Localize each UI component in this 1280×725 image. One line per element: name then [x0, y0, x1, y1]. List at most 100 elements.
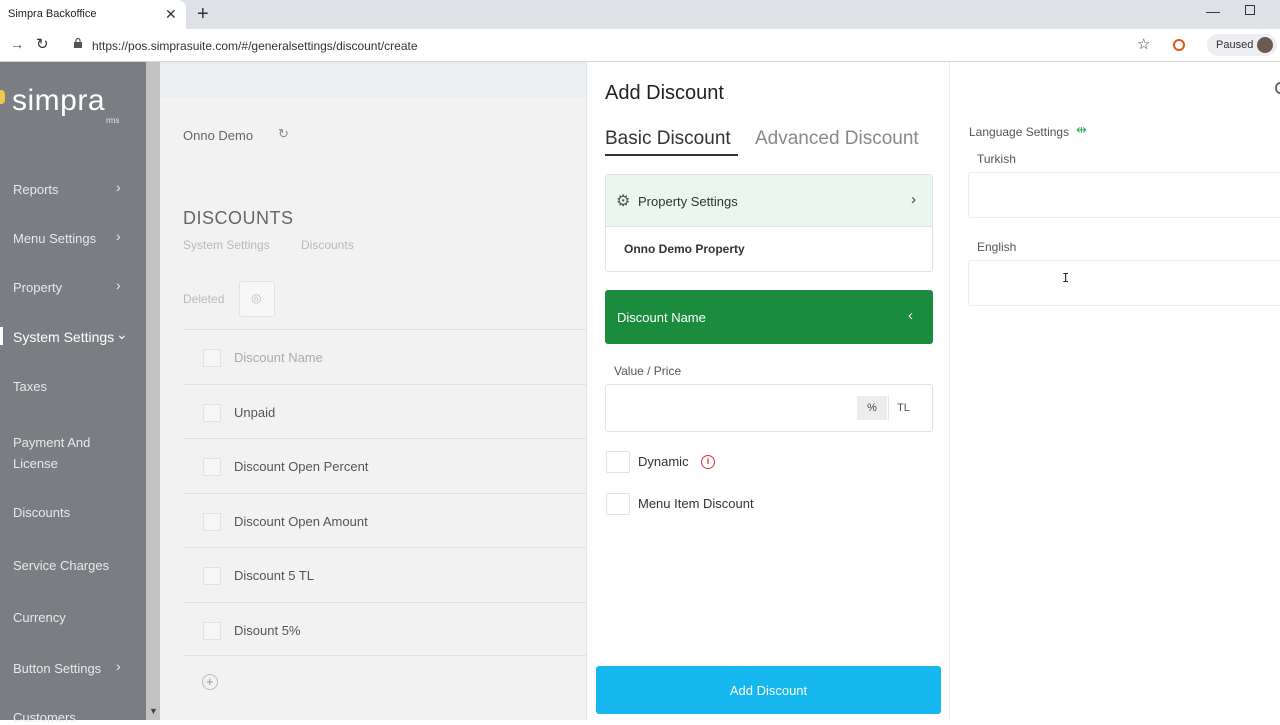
logo-mark [0, 90, 5, 104]
sidebar-item-payment-license[interactable]: Payment And License [13, 432, 113, 474]
table-row[interactable]: Disount 5% [183, 601, 586, 656]
close-drawer-icon[interactable] [1275, 82, 1280, 94]
active-indicator [0, 327, 3, 345]
table-row[interactable]: Discount Open Amount [183, 492, 586, 548]
property-settings-value: Onno Demo Property [624, 242, 745, 256]
add-discount-button[interactable]: Add Discount [596, 666, 941, 714]
page-header-bar [160, 62, 586, 98]
sidebar-item-property[interactable]: Property [13, 280, 62, 295]
row-discount-name: Disount 5% [234, 622, 301, 638]
english-name-input[interactable] [968, 260, 1280, 306]
menu-item-discount-checkbox[interactable] [606, 493, 630, 515]
sidebar: simpra rms Reports › Menu Settings › Pro… [0, 62, 146, 725]
drawer-title: Add Discount [605, 82, 724, 104]
value-price-input[interactable]: % TL [605, 384, 933, 432]
property-settings-card: ⚙ Property Settings › Onno Demo Property [605, 174, 933, 272]
logo-text: simpra [12, 84, 106, 117]
sidebar-item-taxes[interactable]: Taxes [13, 379, 47, 394]
extension-icon[interactable] [1173, 39, 1185, 51]
sidebar-item-menu-settings[interactable]: Menu Settings [13, 231, 96, 246]
logo-sub: rms [106, 116, 120, 125]
dynamic-checkbox[interactable] [606, 451, 630, 473]
gear-icon: ⚙ [616, 193, 631, 210]
percent-toggle[interactable]: % [857, 396, 887, 420]
plus-icon: + [206, 674, 214, 689]
profile-button[interactable]: Paused [1207, 34, 1277, 56]
row-discount-name: Discount 5 TL [234, 568, 314, 583]
minimize-icon[interactable]: — [1206, 3, 1220, 19]
row-checkbox[interactable] [203, 403, 221, 422]
discounts-table: Discount Name Unpaid Discount Open Perce… [183, 329, 586, 656]
lock-icon [74, 38, 82, 48]
turkish-name-input[interactable] [968, 172, 1280, 218]
restore-window-icon[interactable] [1245, 5, 1255, 15]
eye-slash-icon: ◎ [251, 291, 262, 305]
sidebar-item-customers[interactable]: Customers [13, 710, 76, 725]
breadcrumb-system-settings[interactable]: System Settings [183, 238, 270, 252]
discount-name-label: Discount Name [617, 310, 706, 325]
row-checkbox[interactable] [203, 512, 221, 531]
table-row[interactable]: Discount Open Percent [183, 438, 586, 493]
english-label: English [977, 240, 1017, 254]
add-discount-button-label: Add Discount [729, 683, 808, 698]
column-header-discount-name[interactable]: Discount Name [234, 350, 323, 365]
tab-basic-discount[interactable]: Basic Discount [605, 128, 731, 150]
add-discount-drawer: Add Discount Basic Discount Advanced Dis… [586, 62, 1280, 720]
property-settings-header[interactable]: ⚙ Property Settings › [606, 175, 932, 227]
language-settings-title: Language Settings [969, 125, 1070, 139]
currency-toggle[interactable]: TL [888, 396, 918, 420]
tab-advanced-discount[interactable]: Advanced Discount [755, 128, 919, 150]
show-deleted-button[interactable]: ◎ [239, 281, 275, 317]
sidebar-scrollbar[interactable]: ▼ [146, 62, 160, 720]
chevron-right-icon: › [911, 191, 916, 208]
scroll-down-icon[interactable]: ▼ [149, 706, 158, 716]
new-tab-icon[interactable]: + [197, 3, 209, 26]
sidebar-item-discounts[interactable]: Discounts [13, 505, 70, 520]
breadcrumb-discounts[interactable]: Discounts [301, 238, 354, 252]
avatar [1257, 37, 1273, 53]
address-bar: → ↻ https://pos.simprasuite.com/#/genera… [0, 29, 1280, 62]
refresh-icon[interactable]: ↻ [278, 126, 289, 142]
close-tab-icon[interactable]: ✕ [165, 6, 177, 23]
sidebar-item-currency[interactable]: Currency [13, 610, 66, 625]
reload-icon[interactable]: ↻ [36, 35, 49, 53]
chevron-right-icon: › [116, 658, 121, 674]
chevron-right-icon: › [116, 179, 121, 195]
row-checkbox[interactable] [203, 458, 221, 476]
sidebar-item-service-charges[interactable]: Service Charges [13, 558, 109, 573]
page-title: DISCOUNTS [183, 208, 294, 228]
sidebar-item-reports[interactable]: Reports [13, 182, 59, 197]
bookmark-star-icon[interactable]: ☆ [1137, 35, 1150, 53]
table-row[interactable]: Unpaid [183, 383, 586, 439]
sidebar-item-system-settings[interactable]: System Settings [13, 329, 114, 345]
column-divider [949, 62, 950, 720]
chevron-down-icon: ⌄ [116, 326, 128, 342]
text-cursor-icon: I [1062, 271, 1070, 285]
chevron-right-icon: › [116, 277, 121, 293]
logo: simpra rms [0, 84, 146, 125]
sidebar-item-button-settings[interactable]: Button Settings [13, 661, 101, 676]
browser-tab-title: Simpra Backoffice [8, 8, 97, 20]
row-checkbox[interactable] [203, 567, 221, 585]
row-discount-name: Discount Open Amount [234, 513, 368, 529]
property-settings-label: Property Settings [638, 194, 738, 209]
info-icon[interactable]: i [701, 455, 715, 469]
browser-tab-bar: Simpra Backoffice ✕ + — [0, 0, 1280, 29]
menu-item-discount-label: Menu Item Discount [638, 496, 754, 511]
browser-tab[interactable]: Simpra Backoffice ✕ [0, 0, 186, 29]
language-split-icon[interactable]: ⇹ [1076, 122, 1087, 138]
table-header-row: Discount Name [183, 329, 586, 384]
table-row[interactable]: Discount 5 TL [183, 547, 586, 602]
row-checkbox[interactable] [203, 621, 221, 640]
dynamic-label: Dynamic [638, 454, 689, 469]
forward-icon[interactable]: → [10, 36, 24, 52]
add-discount-plus-button[interactable]: + [202, 674, 218, 690]
chevron-left-icon: ‹ [908, 307, 913, 324]
select-all-checkbox[interactable] [203, 349, 221, 367]
value-price-label: Value / Price [614, 364, 682, 378]
discount-name-section[interactable]: Discount Name ‹ [605, 290, 933, 344]
row-discount-name: Unpaid [234, 404, 276, 420]
profile-status: Paused [1216, 39, 1254, 51]
row-discount-name: Discount Open Percent [234, 459, 369, 474]
url-field[interactable]: https://pos.simprasuite.com/#/generalset… [92, 39, 418, 53]
